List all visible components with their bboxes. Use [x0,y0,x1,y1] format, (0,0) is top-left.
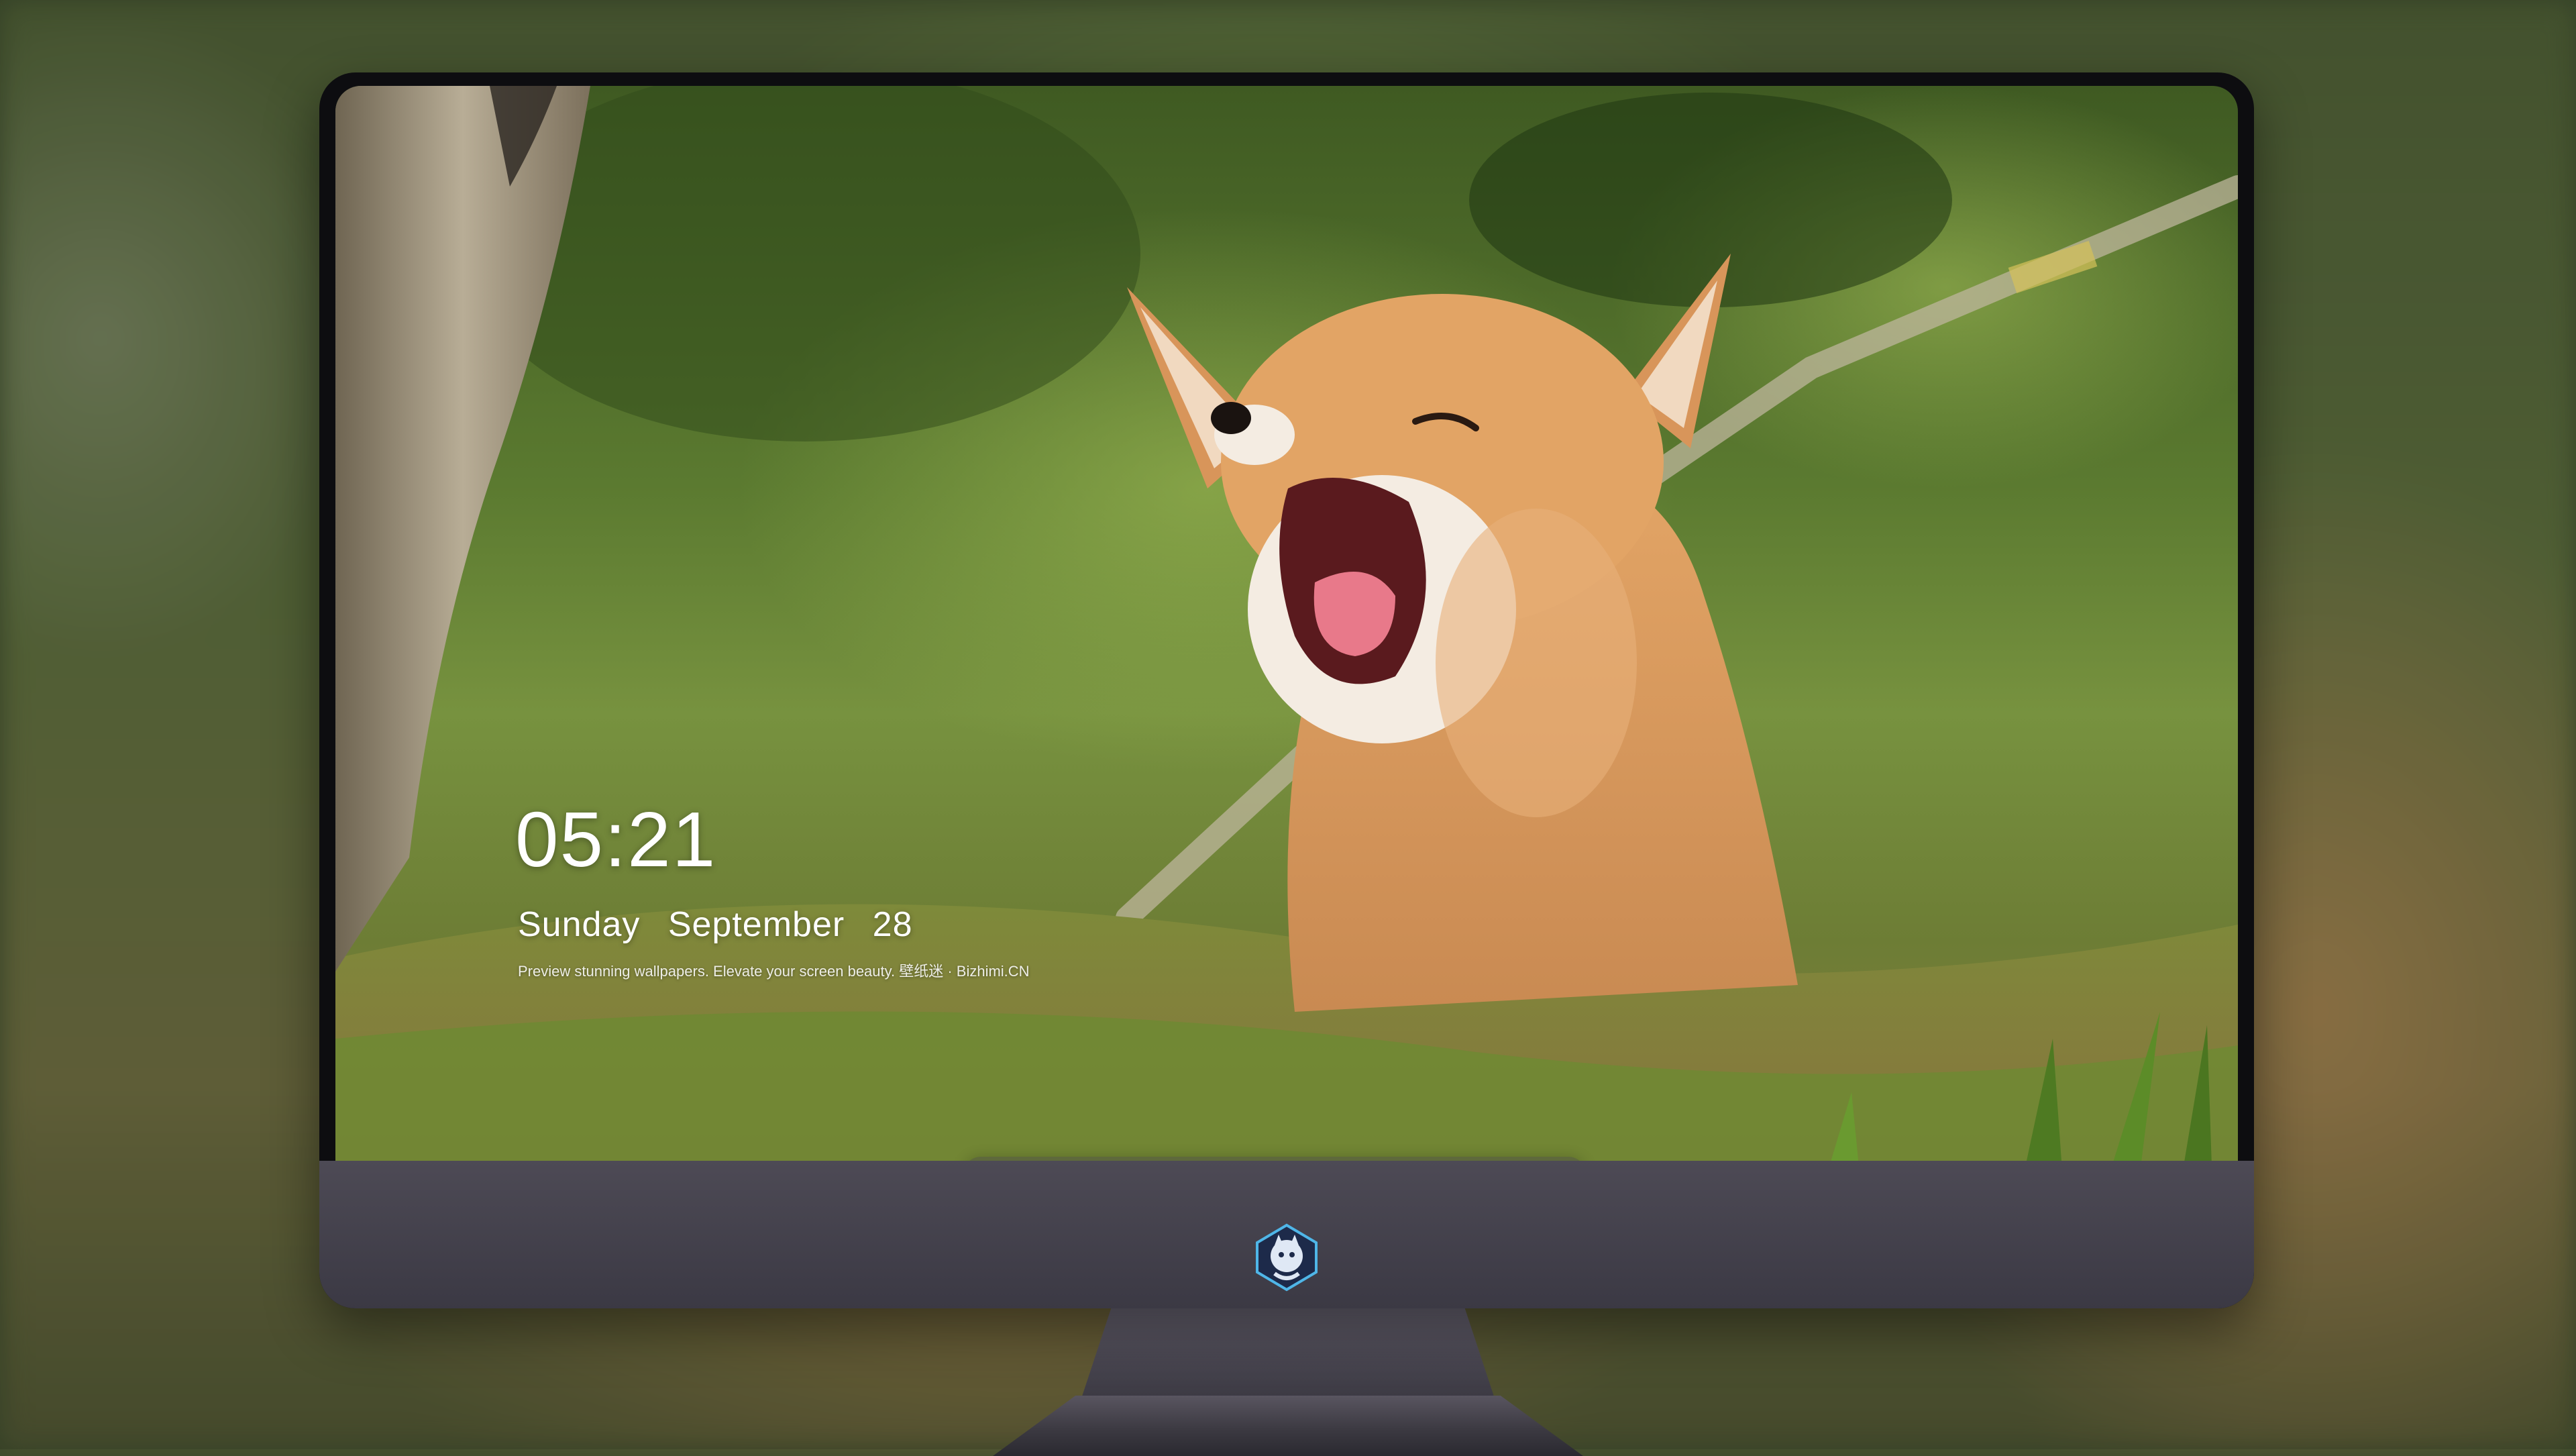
monitor-stand-base [993,1396,1583,1456]
lock-clock: 05:21 [515,796,717,883]
monitor-chin [319,1161,2254,1308]
monitor-stand-neck [1080,1302,1496,1402]
date-day: 28 [872,905,913,944]
brand-logo-icon [1256,1223,1318,1292]
screen: 05:21 Sunday September 28 Preview stunni… [335,86,2238,1227]
lock-date: Sunday September 28 [518,904,913,945]
date-weekday: Sunday [518,905,641,944]
fox-wallpaper [335,86,2238,1227]
monitor: 05:21 Sunday September 28 Preview stunni… [319,72,2254,1308]
wallpaper-tagline: Preview stunning wallpapers. Elevate you… [518,963,1030,980]
date-month: September [667,905,845,944]
